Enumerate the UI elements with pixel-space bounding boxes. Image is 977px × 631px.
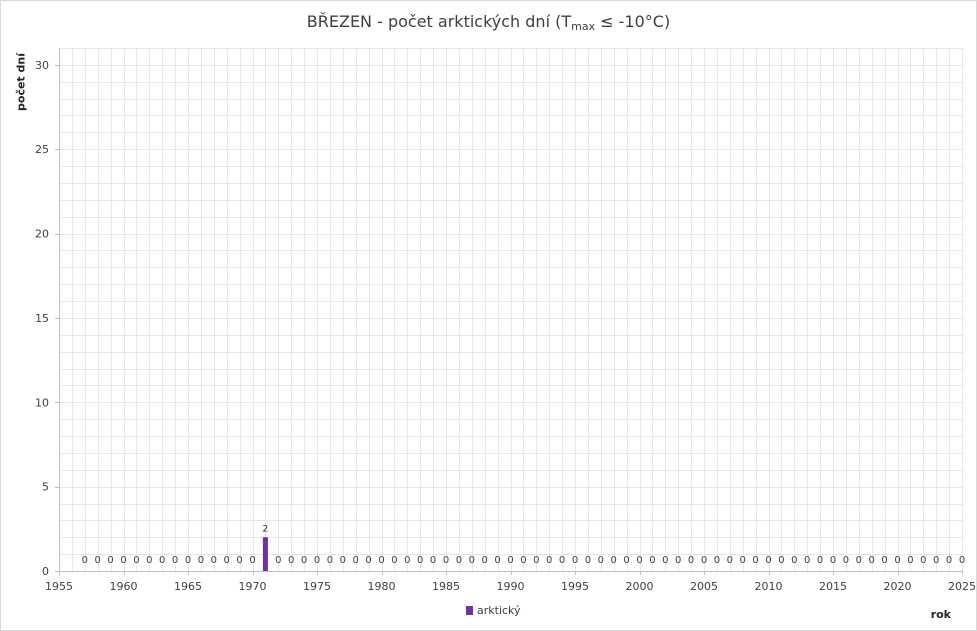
data-label: 0 (378, 555, 384, 566)
x-tick-label: 1970 (239, 580, 267, 593)
data-label: 0 (236, 555, 242, 566)
data-label: 0 (443, 555, 449, 566)
data-label: 0 (675, 555, 681, 566)
data-label: 0 (198, 555, 204, 566)
y-tick-label: 20 (35, 228, 49, 241)
data-label: 0 (327, 555, 333, 566)
data-label: 0 (275, 555, 281, 566)
data-label: 0 (430, 555, 436, 566)
data-label: 0 (869, 555, 875, 566)
x-tick-label: 1975 (303, 580, 331, 593)
data-label: 2 (263, 524, 269, 534)
data-label: 0 (946, 555, 952, 566)
data-label: 0 (133, 555, 139, 566)
data-label: 0 (752, 555, 758, 566)
data-label: 0 (688, 555, 694, 566)
data-label: 0 (224, 555, 230, 566)
x-tick-label: 1995 (561, 580, 589, 593)
data-label: 0 (856, 555, 862, 566)
y-tick-label: 5 (42, 481, 49, 494)
data-label: 0 (649, 555, 655, 566)
data-label: 0 (417, 555, 423, 566)
data-label: 0 (740, 555, 746, 566)
data-label: 0 (727, 555, 733, 566)
data-label: 0 (611, 555, 617, 566)
data-label: 0 (791, 555, 797, 566)
data-label: 0 (778, 555, 784, 566)
data-label: 0 (881, 555, 887, 566)
data-label: 0 (456, 555, 462, 566)
data-label: 0 (107, 555, 113, 566)
data-label: 0 (636, 555, 642, 566)
data-label: 0 (830, 555, 836, 566)
y-tick-label: 25 (35, 143, 49, 156)
data-label: 0 (172, 555, 178, 566)
data-label: 0 (353, 555, 359, 566)
data-label: 0 (301, 555, 307, 566)
data-label: 0 (714, 555, 720, 566)
x-tick-label: 2025 (948, 580, 976, 593)
data-label: 0 (920, 555, 926, 566)
data-label: 0 (249, 555, 255, 566)
x-tick-label: 1955 (45, 580, 73, 593)
x-tick-label: 2015 (819, 580, 847, 593)
x-tick-label: 1990 (497, 580, 525, 593)
data-label: 0 (533, 555, 539, 566)
x-tick-label: 2010 (755, 580, 783, 593)
data-label: 0 (159, 555, 165, 566)
data-label: 0 (340, 555, 346, 566)
data-label: 0 (120, 555, 126, 566)
data-label: 0 (585, 555, 591, 566)
data-label: 0 (546, 555, 552, 566)
data-label: 0 (211, 555, 217, 566)
data-label: 0 (146, 555, 152, 566)
data-label: 0 (185, 555, 191, 566)
data-label: 0 (469, 555, 475, 566)
data-label: 0 (933, 555, 939, 566)
data-label: 0 (817, 555, 823, 566)
y-tick-label: 15 (35, 312, 49, 325)
data-label: 0 (507, 555, 513, 566)
data-label: 0 (843, 555, 849, 566)
y-tick-label: 0 (42, 565, 49, 578)
data-label: 0 (907, 555, 913, 566)
data-label: 0 (765, 555, 771, 566)
data-label: 0 (559, 555, 565, 566)
x-tick-label: 1960 (110, 580, 138, 593)
data-label: 0 (404, 555, 410, 566)
data-label: 0 (288, 555, 294, 566)
data-label: 0 (82, 555, 88, 566)
data-label: 0 (701, 555, 707, 566)
x-tick-label: 1965 (174, 580, 202, 593)
data-label: 0 (391, 555, 397, 566)
data-label: 0 (623, 555, 629, 566)
y-tick-label: 10 (35, 396, 49, 409)
x-tick-label: 2000 (626, 580, 654, 593)
x-tick-label: 2020 (884, 580, 912, 593)
x-tick-label: 2005 (690, 580, 718, 593)
bar (262, 537, 268, 571)
data-label: 0 (314, 555, 320, 566)
x-tick-label: 1985 (432, 580, 460, 593)
data-label: 0 (365, 555, 371, 566)
data-label: 0 (804, 555, 810, 566)
data-label: 0 (894, 555, 900, 566)
x-tick-label: 1980 (368, 580, 396, 593)
chart-plot: 0510152025301955 1960 1965 1970 1975 1980 1985… (35, 48, 976, 593)
data-label: 0 (959, 555, 965, 566)
y-tick-label: 30 (35, 59, 49, 72)
data-label: 0 (494, 555, 500, 566)
data-label: 0 (482, 555, 488, 566)
data-label: 0 (598, 555, 604, 566)
data-label: 0 (520, 555, 526, 566)
data-label: 0 (662, 555, 668, 566)
data-label: 0 (95, 555, 101, 566)
data-label: 0 (572, 555, 578, 566)
